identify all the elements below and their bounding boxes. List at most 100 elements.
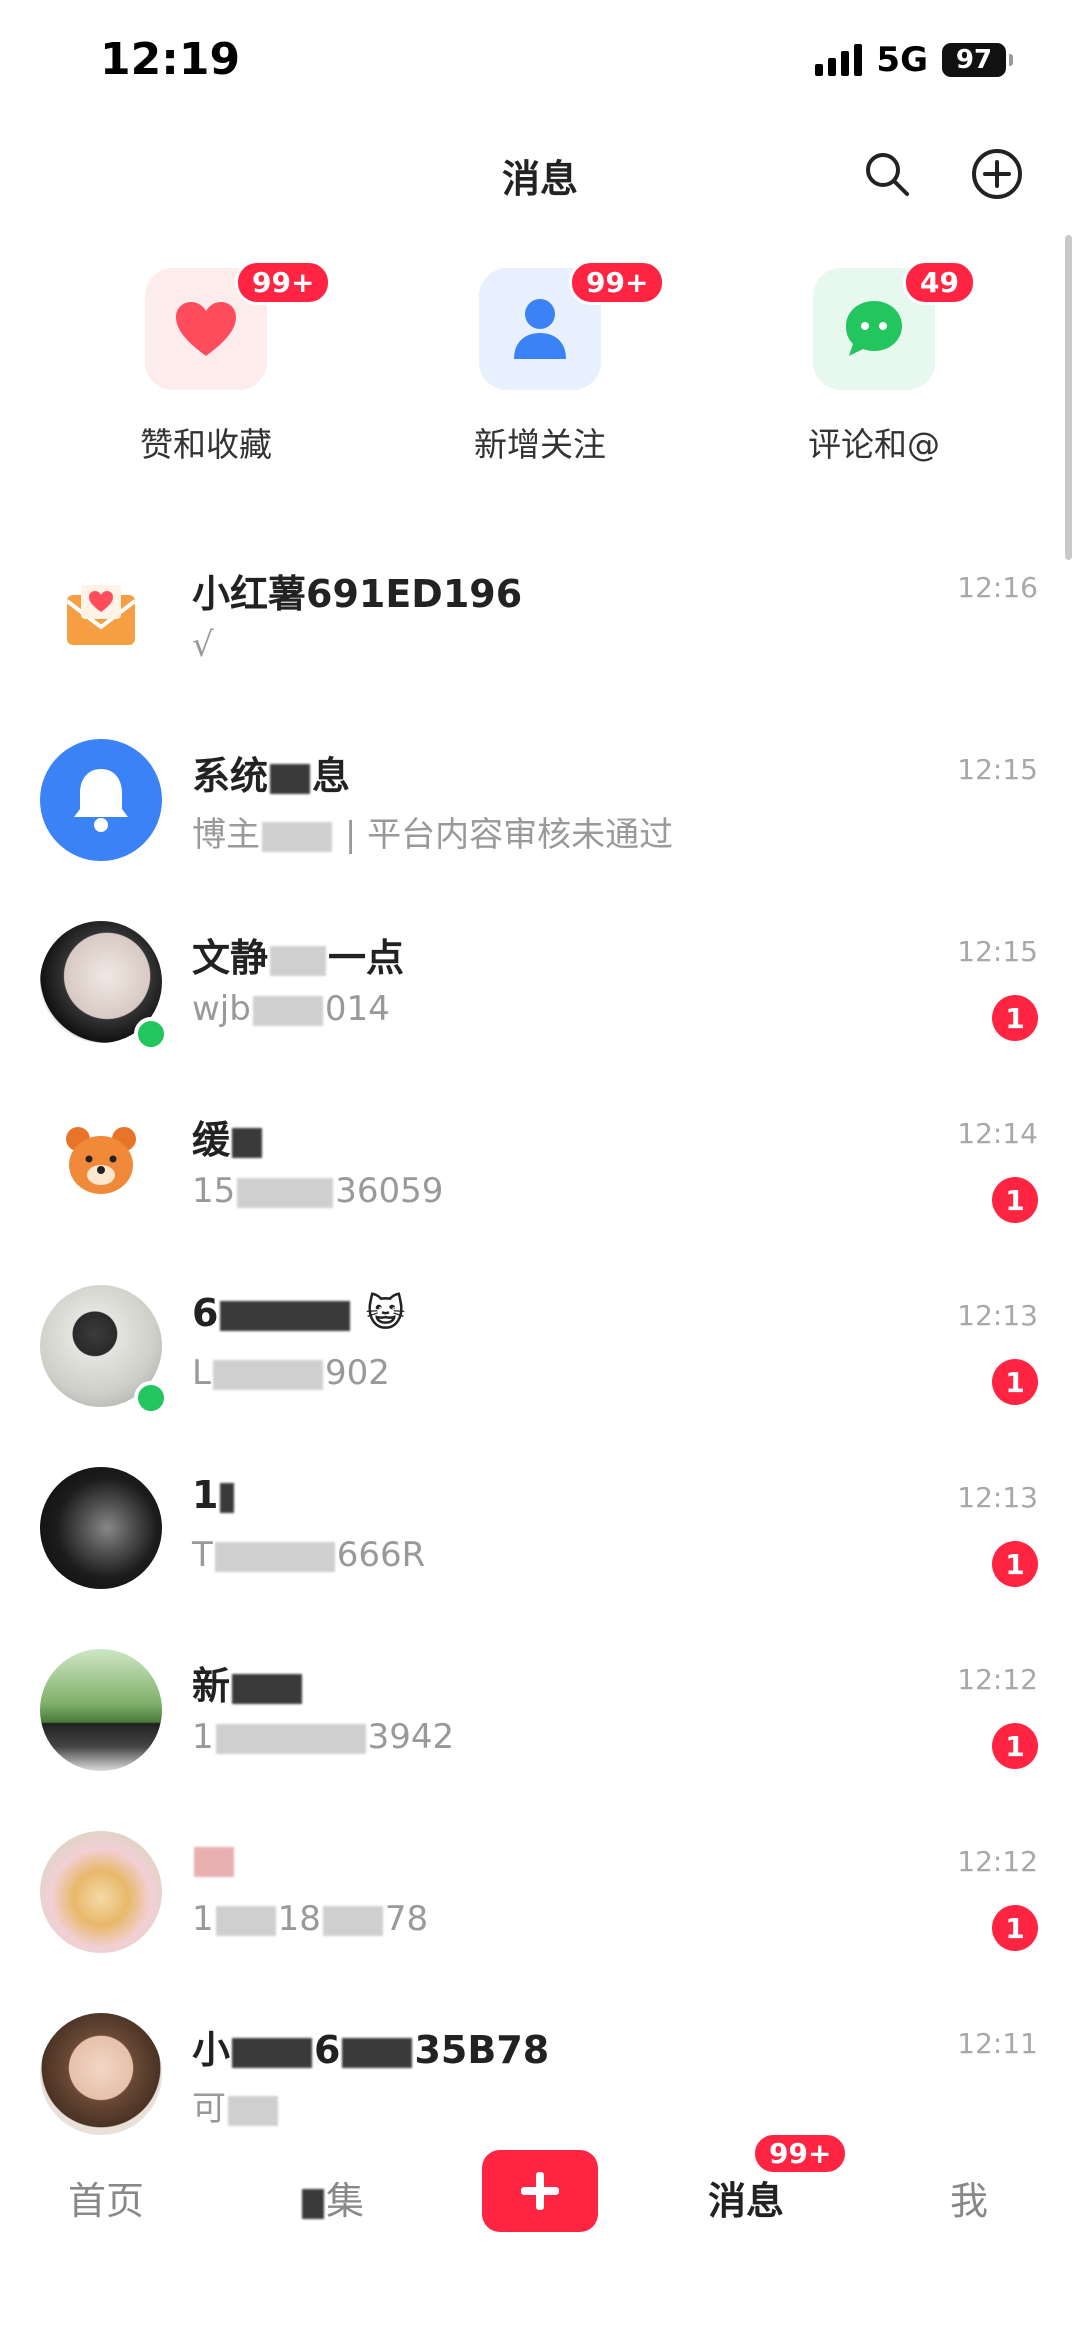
avatar bbox=[40, 1103, 162, 1225]
conversation-preview-part: T bbox=[192, 1535, 213, 1575]
conversation-time: 12:13 bbox=[957, 1481, 1038, 1514]
conversation-time: 12:11 bbox=[957, 2027, 1038, 2060]
redaction bbox=[237, 1177, 334, 1208]
conversation-name-part: 1 bbox=[192, 1473, 219, 1517]
conversation-name-part: 一点 bbox=[328, 936, 405, 980]
redaction bbox=[214, 1541, 335, 1572]
redaction bbox=[215, 1905, 276, 1936]
conversation-row[interactable]: 1 T 666R 12:13 1 bbox=[0, 1443, 1080, 1625]
likes-label: 赞和收藏 bbox=[140, 425, 272, 464]
conversation-name: 6 😺 bbox=[192, 1291, 405, 1335]
conversation-preview: 1 18 78 bbox=[192, 1899, 428, 1939]
online-indicator bbox=[134, 1381, 168, 1415]
conversation-row[interactable]: 新 1 3942 12:12 1 bbox=[0, 1625, 1080, 1807]
conversation-name-part: 新 bbox=[192, 1664, 231, 1708]
cat-emoji: 😺 bbox=[365, 1291, 406, 1335]
avatar bbox=[40, 1649, 162, 1771]
conversation-preview-part: 666R bbox=[336, 1535, 426, 1575]
signal-icon bbox=[815, 44, 863, 76]
redaction bbox=[322, 1905, 383, 1936]
likes-badge: 99+ bbox=[235, 260, 332, 305]
unread-badge: 1 bbox=[992, 1541, 1038, 1587]
conversation-name: 1 bbox=[192, 1473, 236, 1517]
conversation-row[interactable]: 6 😺 L 902 12:13 1 bbox=[0, 1261, 1080, 1443]
redaction bbox=[220, 1300, 351, 1331]
category-row: 99+ 赞和收藏 99+ 新增关注 49 评论和@ bbox=[0, 260, 1080, 468]
conversation-name-part: 文静 bbox=[192, 936, 269, 980]
conversation-preview-part: 902 bbox=[324, 1353, 390, 1393]
conversation-preview-part: 18 bbox=[277, 1899, 321, 1939]
search-icon[interactable] bbox=[858, 145, 916, 203]
bell-icon bbox=[74, 769, 128, 832]
tab-home[interactable]: 首页 bbox=[68, 2170, 144, 2225]
conversation-preview-part: 36059 bbox=[335, 1171, 444, 1211]
redaction bbox=[232, 2037, 313, 2068]
conversation-name: 新 bbox=[192, 1655, 304, 1710]
redaction bbox=[215, 1723, 366, 1754]
conversation-name-part: 缓 bbox=[192, 1118, 231, 1162]
conversation-preview-part: L bbox=[192, 1353, 211, 1393]
avatar bbox=[40, 557, 162, 679]
redaction bbox=[228, 2095, 278, 2126]
conversation-name: 文静 一点 bbox=[192, 927, 404, 982]
redaction bbox=[194, 1846, 234, 1877]
redaction bbox=[342, 2037, 413, 2068]
conversation-name bbox=[192, 1837, 236, 1881]
heart-icon bbox=[176, 302, 236, 356]
conversation-name: 小红薯691ED196 bbox=[192, 572, 523, 616]
redaction bbox=[262, 821, 332, 852]
comments-mentions-button[interactable]: 49 评论和@ bbox=[764, 260, 984, 466]
tab-market[interactable]: 集 bbox=[300, 2170, 364, 2225]
bottom-tab-bar: 首页 集 消息 99+ 我 bbox=[0, 2132, 1080, 2336]
page-title: 消息 bbox=[501, 157, 578, 201]
conversation-preview: 博主 | 平台内容审核未通过 bbox=[192, 807, 673, 856]
conversation-name-part: 息 bbox=[312, 754, 351, 798]
unread-badge: 1 bbox=[992, 1359, 1038, 1405]
likes-icon-box: 99+ bbox=[145, 260, 332, 390]
conversation-time: 12:12 bbox=[957, 1845, 1038, 1878]
status-bar: 12:19 5G 97 bbox=[0, 0, 1080, 120]
new-followers-button[interactable]: 99+ 新增关注 bbox=[430, 260, 666, 466]
conversation-row[interactable]: 系统息 博主 | 平台内容审核未通过 12:15 bbox=[0, 715, 1080, 897]
avatar bbox=[40, 1467, 162, 1589]
conversation-list: 小红薯691ED196 √ 12:16 系统息 博主 | 平台内容审核未通过 1… bbox=[0, 533, 1080, 2171]
conversation-row[interactable]: 文静 一点 wjb 014 12:15 1 bbox=[0, 897, 1080, 1079]
redaction bbox=[252, 995, 323, 1026]
network-label: 5G bbox=[876, 40, 928, 80]
publish-button[interactable] bbox=[482, 2150, 598, 2232]
conversation-preview: √ bbox=[192, 625, 214, 665]
messages-tab-badge: 99+ bbox=[752, 2132, 849, 2175]
avatar bbox=[40, 739, 162, 861]
followers-label: 新增关注 bbox=[474, 425, 606, 464]
redaction bbox=[232, 1673, 303, 1704]
redaction bbox=[270, 763, 311, 794]
conversation-preview: L 902 bbox=[192, 1353, 390, 1393]
conversation-preview: 1 3942 bbox=[192, 1717, 454, 1757]
conversation-name: 系统息 bbox=[192, 745, 350, 800]
conversation-time: 12:15 bbox=[957, 753, 1038, 786]
conversation-preview-part: | 平台内容审核未通过 bbox=[344, 815, 674, 855]
comments-label: 评论和@ bbox=[808, 425, 940, 464]
tab-messages[interactable]: 消息 bbox=[708, 2170, 784, 2225]
conversation-preview-part: 15 bbox=[192, 1171, 236, 1211]
add-circle-icon[interactable] bbox=[968, 145, 1026, 203]
conversation-row[interactable]: 1 18 78 12:12 1 bbox=[0, 1807, 1080, 1989]
conversation-name-part: 35B78 bbox=[414, 2028, 550, 2072]
tab-me[interactable]: 我 bbox=[950, 2170, 988, 2225]
unread-badge: 1 bbox=[992, 1905, 1038, 1951]
conversation-name: 小 6 35B78 bbox=[192, 2019, 549, 2074]
conversation-preview: wjb 014 bbox=[192, 989, 390, 1029]
online-indicator bbox=[134, 1017, 168, 1051]
conversation-time: 12:16 bbox=[957, 571, 1038, 604]
unread-badge: 1 bbox=[992, 1177, 1038, 1223]
scrollbar[interactable] bbox=[1065, 235, 1072, 560]
conversation-preview-part: 1 bbox=[192, 1717, 214, 1757]
conversation-time: 12:12 bbox=[957, 1663, 1038, 1696]
conversation-preview: 15 36059 bbox=[192, 1171, 443, 1211]
conversation-row[interactable]: 小红薯691ED196 √ 12:16 bbox=[0, 533, 1080, 715]
conversation-row[interactable]: 缓 15 36059 12:14 1 bbox=[0, 1079, 1080, 1261]
redaction bbox=[232, 1127, 263, 1158]
unread-badge: 1 bbox=[992, 1723, 1038, 1769]
likes-favorites-button[interactable]: 99+ 赞和收藏 bbox=[96, 260, 332, 466]
status-time: 12:19 bbox=[100, 34, 241, 85]
